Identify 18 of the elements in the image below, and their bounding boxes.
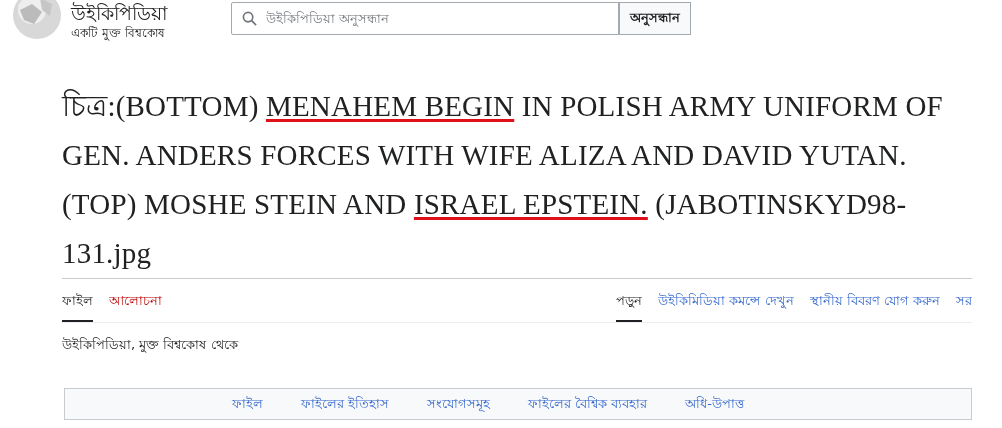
tab[interactable]: স্থানীয় বিবরণ যোগ করুন (809, 285, 940, 322)
nav-link[interactable]: সংযোগসমূহ (427, 393, 491, 415)
tab[interactable]: পড়ুন (616, 285, 643, 322)
nav-link[interactable]: অধি-উপাত্ত (685, 393, 745, 415)
search-field[interactable]: উইকিপিডিয়া অনুসন্ধান (231, 2, 619, 35)
site-tagline: একটি মুক্ত বিশ্বকোষ (71, 25, 166, 41)
nav-link[interactable]: ফাইলের ইতিহাস (300, 393, 390, 415)
site-name[interactable]: উইকিপিডিয়া (71, 2, 221, 24)
tab[interactable]: ফাইল (62, 285, 93, 322)
globe-logo-icon[interactable] (12, 0, 62, 40)
nav-link[interactable]: ফাইল (231, 393, 263, 415)
search-button[interactable]: অনুসন্ধান (619, 2, 691, 35)
source-note: উইকিপিডিয়া, মুক্ত বিশ্বকোষ থেকে (62, 336, 239, 355)
nav-link[interactable]: ফাইলের বৈশ্বিক ব্যবহার (528, 393, 648, 415)
tab[interactable]: সর (956, 285, 972, 322)
tab[interactable]: আলোচনা (109, 285, 162, 322)
page-title: চিত্র:(BOTTOM) MENAHEM BEGIN IN POLISH ARMY UNIFORM OF GEN. ANDERS FORCES WITH WIFE ALIZA AND DAVID YUTAN. (TOP) MOSHE STEIN AND ISRAEL EPSTEIN. (JABOTINSKYD98-131.jpg (62, 88, 944, 271)
tab[interactable]: উইকিমিডিয়া কমন্সে দেখুন (658, 285, 794, 322)
